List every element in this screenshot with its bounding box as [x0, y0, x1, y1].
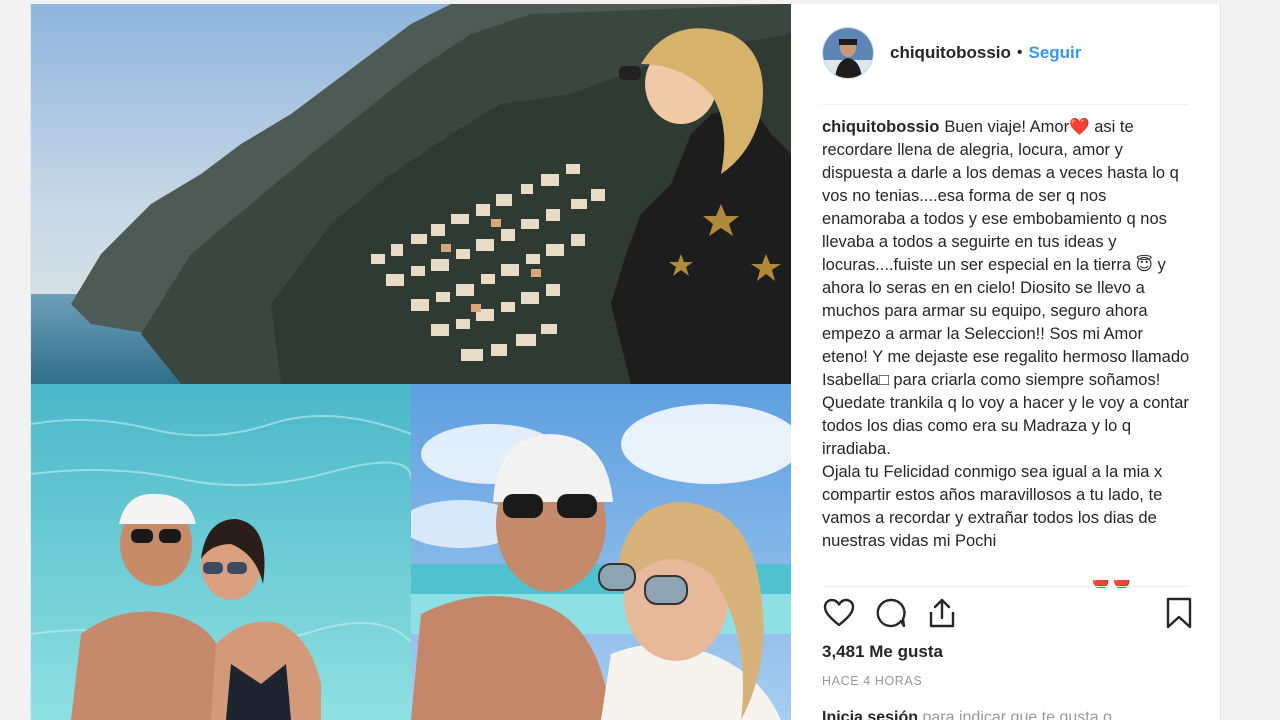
photo-coast-town [31, 4, 791, 384]
instagram-post: chiquitobossio • Seguir chiquitobossio Bu… [30, 4, 1221, 720]
header-divider [822, 104, 1188, 105]
username[interactable]: chiquitobossio [890, 43, 1011, 63]
photo-collage[interactable] [31, 4, 791, 720]
caption-text-2: asi te recordare llena de alegria, locur… [822, 118, 1179, 274]
caption-text-1: Buen viaje! Amor [944, 118, 1070, 136]
bookmark-icon[interactable] [1162, 596, 1196, 630]
action-bar [822, 596, 1192, 632]
login-prompt-text: para indicar que te gusta o [918, 709, 1112, 720]
separator-dot: • [1016, 44, 1023, 61]
login-prompt: Inicia sesión para indicar que te gusta … [822, 709, 1112, 720]
comment-bubble-icon[interactable] [874, 596, 908, 630]
caption-divider [822, 586, 1188, 587]
heart-emoji: ❤️ [1069, 118, 1090, 136]
likes-count[interactable]: 3,481 Me gusta [822, 642, 943, 662]
heart-outline-icon[interactable] [822, 596, 856, 630]
share-upload-icon[interactable] [925, 596, 959, 630]
caption-text-3: y ahora lo seras en en cielo! Diosito se… [822, 256, 1190, 458]
caption-paragraph-1: chiquitobossio Buen viaje! Amor❤️ asi te … [822, 116, 1192, 461]
photo-couple-selfie [411, 384, 791, 720]
photo-couple-water [31, 384, 411, 720]
post-header: chiquitobossio • Seguir [822, 26, 1188, 80]
timestamp[interactable]: HACE 4 HORAS [822, 674, 922, 688]
caption: chiquitobossio Buen viaje! Amor❤️ asi te … [822, 116, 1192, 586]
avatar[interactable] [822, 27, 874, 79]
halo-emoji: 😇 [1135, 256, 1153, 274]
follow-button[interactable]: Seguir [1029, 43, 1082, 63]
caption-username[interactable]: chiquitobossio [822, 118, 939, 136]
post-side-panel: chiquitobossio • Seguir chiquitobossio Bu… [792, 4, 1220, 720]
caption-paragraph-2: Ojala tu Felicidad conmigo sea igual a l… [822, 463, 1163, 550]
login-link[interactable]: Inicia sesión [822, 709, 918, 720]
